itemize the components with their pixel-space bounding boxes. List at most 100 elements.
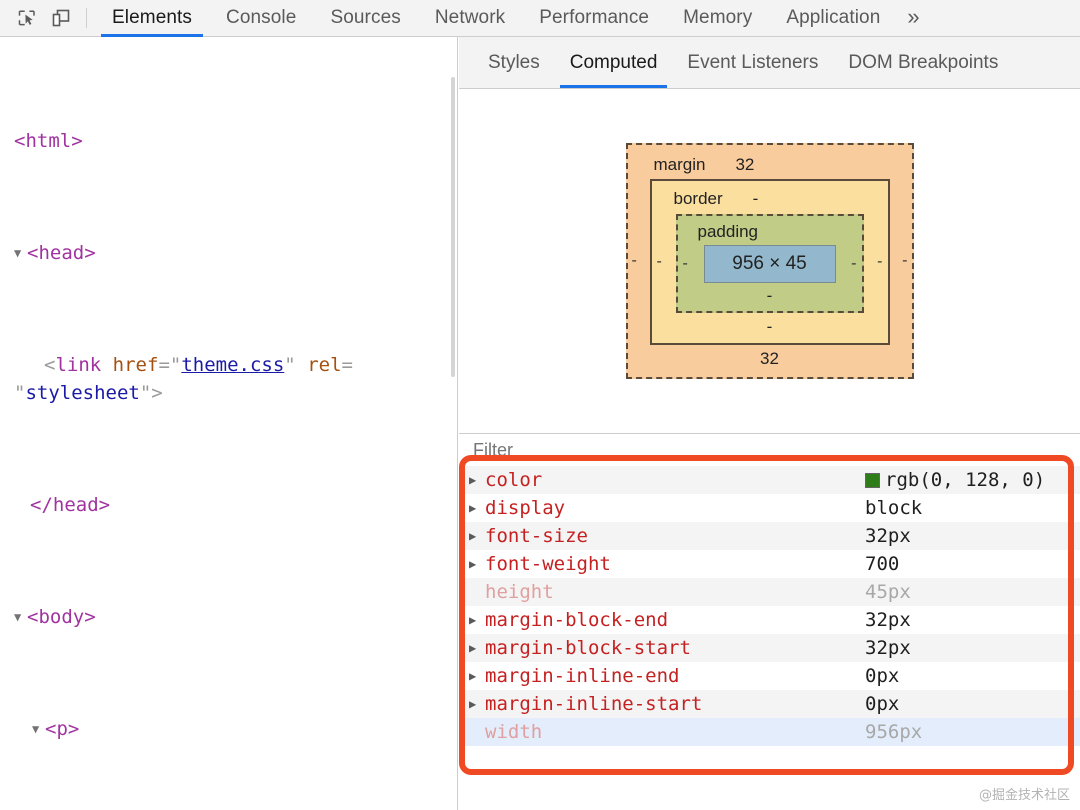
tab-elements-label: Elements <box>112 7 192 29</box>
box-model-border-header: border - <box>662 189 878 209</box>
box-model-padding-left-value[interactable]: - <box>683 216 688 311</box>
tab-dom-breakpoints[interactable]: DOM Breakpoints <box>833 37 1013 88</box>
tab-styles-label: Styles <box>488 52 540 74</box>
computed-row-width-value: 956px <box>865 721 922 743</box>
tab-elements[interactable]: Elements <box>95 0 209 37</box>
computed-filter-bar[interactable] <box>459 433 1080 466</box>
dom-node-head-close[interactable]: </head> <box>0 491 457 519</box>
sidebar-tab-strip: Styles Computed Event Listeners DOM Brea… <box>459 37 1080 89</box>
device-toolbar-icon[interactable] <box>44 3 78 33</box>
color-swatch-icon[interactable] <box>865 473 880 488</box>
filter-input[interactable] <box>471 439 1019 462</box>
twisty-down-icon[interactable]: ▼ <box>32 715 45 743</box>
dom-node-head-open-text: <head> <box>27 242 96 264</box>
dom-tree-scrollbar[interactable] <box>451 77 455 377</box>
toolbar-divider <box>86 8 87 28</box>
computed-row-font-weight-name: font-weight <box>485 553 611 575</box>
link-href-attr-name: href <box>113 354 159 376</box>
expand-chevron-icon[interactable]: ▶ <box>469 473 485 487</box>
inspect-element-icon[interactable] <box>10 3 44 33</box>
box-model-margin-region[interactable]: margin 32 border - padding 956 × 45 <box>626 143 914 379</box>
box-model-margin-header: margin 32 <box>642 155 898 175</box>
computed-row-margin-inline-end[interactable]: ▶ margin-inline-end 0px <box>459 662 1080 690</box>
computed-properties-list: ▶ color rgb(0, 128, 0) ▶ display block ▶… <box>459 466 1080 746</box>
computed-row-display[interactable]: ▶ display block <box>459 494 1080 522</box>
box-model-border-top-value[interactable]: - <box>753 189 759 209</box>
expand-chevron-icon[interactable]: ▶ <box>469 529 485 543</box>
tab-sources[interactable]: Sources <box>313 0 417 37</box>
tab-network[interactable]: Network <box>418 0 522 37</box>
box-model-margin-top-value[interactable]: 32 <box>735 155 754 175</box>
expand-chevron-icon[interactable]: ▶ <box>469 613 485 627</box>
computed-row-margin-block-start[interactable]: ▶ margin-block-start 32px <box>459 634 1080 662</box>
twisty-down-icon[interactable]: ▼ <box>14 603 27 631</box>
computed-row-display-name: display <box>485 497 565 519</box>
computed-row-height[interactable]: height 45px <box>459 578 1080 606</box>
tab-performance[interactable]: Performance <box>522 0 666 37</box>
computed-row-font-weight[interactable]: ▶ font-weight 700 <box>459 550 1080 578</box>
tab-event-listeners[interactable]: Event Listeners <box>672 37 833 88</box>
devtools-main-toolbar: Elements Console Sources Network Perform… <box>0 0 1080 37</box>
box-model-border-region[interactable]: border - padding 956 × 45 - - - <box>650 179 890 345</box>
box-model-padding-label: padding <box>698 222 759 242</box>
expand-chevron-icon[interactable]: ▶ <box>469 557 485 571</box>
box-model-padding-region[interactable]: padding 956 × 45 - - - <box>676 214 864 313</box>
dom-node-html-open-text: <html> <box>14 130 83 152</box>
tab-performance-label: Performance <box>539 7 649 29</box>
box-model-content-region[interactable]: 956 × 45 <box>704 245 836 283</box>
devtools-tab-strip: Elements Console Sources Network Perform… <box>95 0 1080 37</box>
dom-tree-pane[interactable]: <html> ▼<head> <link href="theme.css" re… <box>0 37 458 810</box>
dom-node-head-close-text: </head> <box>30 494 110 516</box>
tab-memory[interactable]: Memory <box>666 0 769 37</box>
tab-console[interactable]: Console <box>209 0 313 37</box>
expand-chevron-icon[interactable]: ▶ <box>469 501 485 515</box>
link-href-attr-value[interactable]: theme.css <box>181 354 284 376</box>
dom-node-body-open-text: <body> <box>27 606 96 628</box>
computed-row-margin-block-start-name: margin-block-start <box>485 637 691 659</box>
dom-node-p-open-text: <p> <box>45 718 79 740</box>
computed-row-font-weight-value: 700 <box>865 553 899 575</box>
box-model-margin-right-value[interactable]: - <box>902 145 907 377</box>
box-model-padding-bottom-value[interactable]: - <box>686 286 854 306</box>
tab-styles[interactable]: Styles <box>473 37 555 88</box>
tab-console-label: Console <box>226 7 296 29</box>
computed-row-margin-inline-start[interactable]: ▶ margin-inline-start 0px <box>459 690 1080 718</box>
expand-chevron-icon[interactable]: ▶ <box>469 697 485 711</box>
tab-computed[interactable]: Computed <box>555 37 673 88</box>
more-tabs-chevron-icon[interactable]: » <box>897 0 933 37</box>
computed-row-color-name: color <box>485 469 542 491</box>
box-model-padding-header: padding <box>686 222 854 242</box>
dom-node-body-open[interactable]: ▼<body> <box>0 603 457 631</box>
dom-node-head-open[interactable]: ▼<head> <box>0 239 457 267</box>
tab-memory-label: Memory <box>683 7 752 29</box>
expand-chevron-icon[interactable]: ▶ <box>469 641 485 655</box>
tab-application[interactable]: Application <box>769 0 897 37</box>
computed-row-font-size-name: font-size <box>485 525 588 547</box>
dom-node-link[interactable]: <link href="theme.css" rel="stylesheet"> <box>0 351 457 407</box>
computed-row-height-value: 45px <box>865 581 911 603</box>
dom-node-p-open[interactable]: ▼<p> <box>0 715 457 743</box>
twisty-down-icon[interactable]: ▼ <box>14 239 27 267</box>
box-model-border-bottom-value[interactable]: - <box>662 317 878 337</box>
dom-node-html-open[interactable]: <html> <box>0 127 457 155</box>
computed-row-display-value: block <box>865 497 922 519</box>
box-model-margin-bottom-value[interactable]: 32 <box>642 349 898 369</box>
computed-row-width[interactable]: width 956px <box>459 718 1080 746</box>
box-model-border-right-value[interactable]: - <box>877 181 882 343</box>
computed-row-color-value: rgb(0, 128, 0) <box>885 469 1045 491</box>
tab-sources-label: Sources <box>330 7 400 29</box>
box-model-border-left-value[interactable]: - <box>657 181 662 343</box>
computed-row-height-name: height <box>485 581 554 603</box>
computed-row-margin-block-start-value: 32px <box>865 637 911 659</box>
computed-row-margin-block-end-value: 32px <box>865 609 911 631</box>
computed-row-color[interactable]: ▶ color rgb(0, 128, 0) <box>459 466 1080 494</box>
box-model-padding-right-value[interactable]: - <box>851 216 856 311</box>
computed-row-margin-inline-start-value: 0px <box>865 693 899 715</box>
tab-application-label: Application <box>786 7 880 29</box>
computed-row-font-size[interactable]: ▶ font-size 32px <box>459 522 1080 550</box>
computed-row-margin-inline-end-value: 0px <box>865 665 899 687</box>
computed-row-margin-inline-start-name: margin-inline-start <box>485 693 702 715</box>
expand-chevron-icon[interactable]: ▶ <box>469 669 485 683</box>
box-model-margin-left-value[interactable]: - <box>632 145 637 377</box>
computed-row-margin-block-end[interactable]: ▶ margin-block-end 32px <box>459 606 1080 634</box>
